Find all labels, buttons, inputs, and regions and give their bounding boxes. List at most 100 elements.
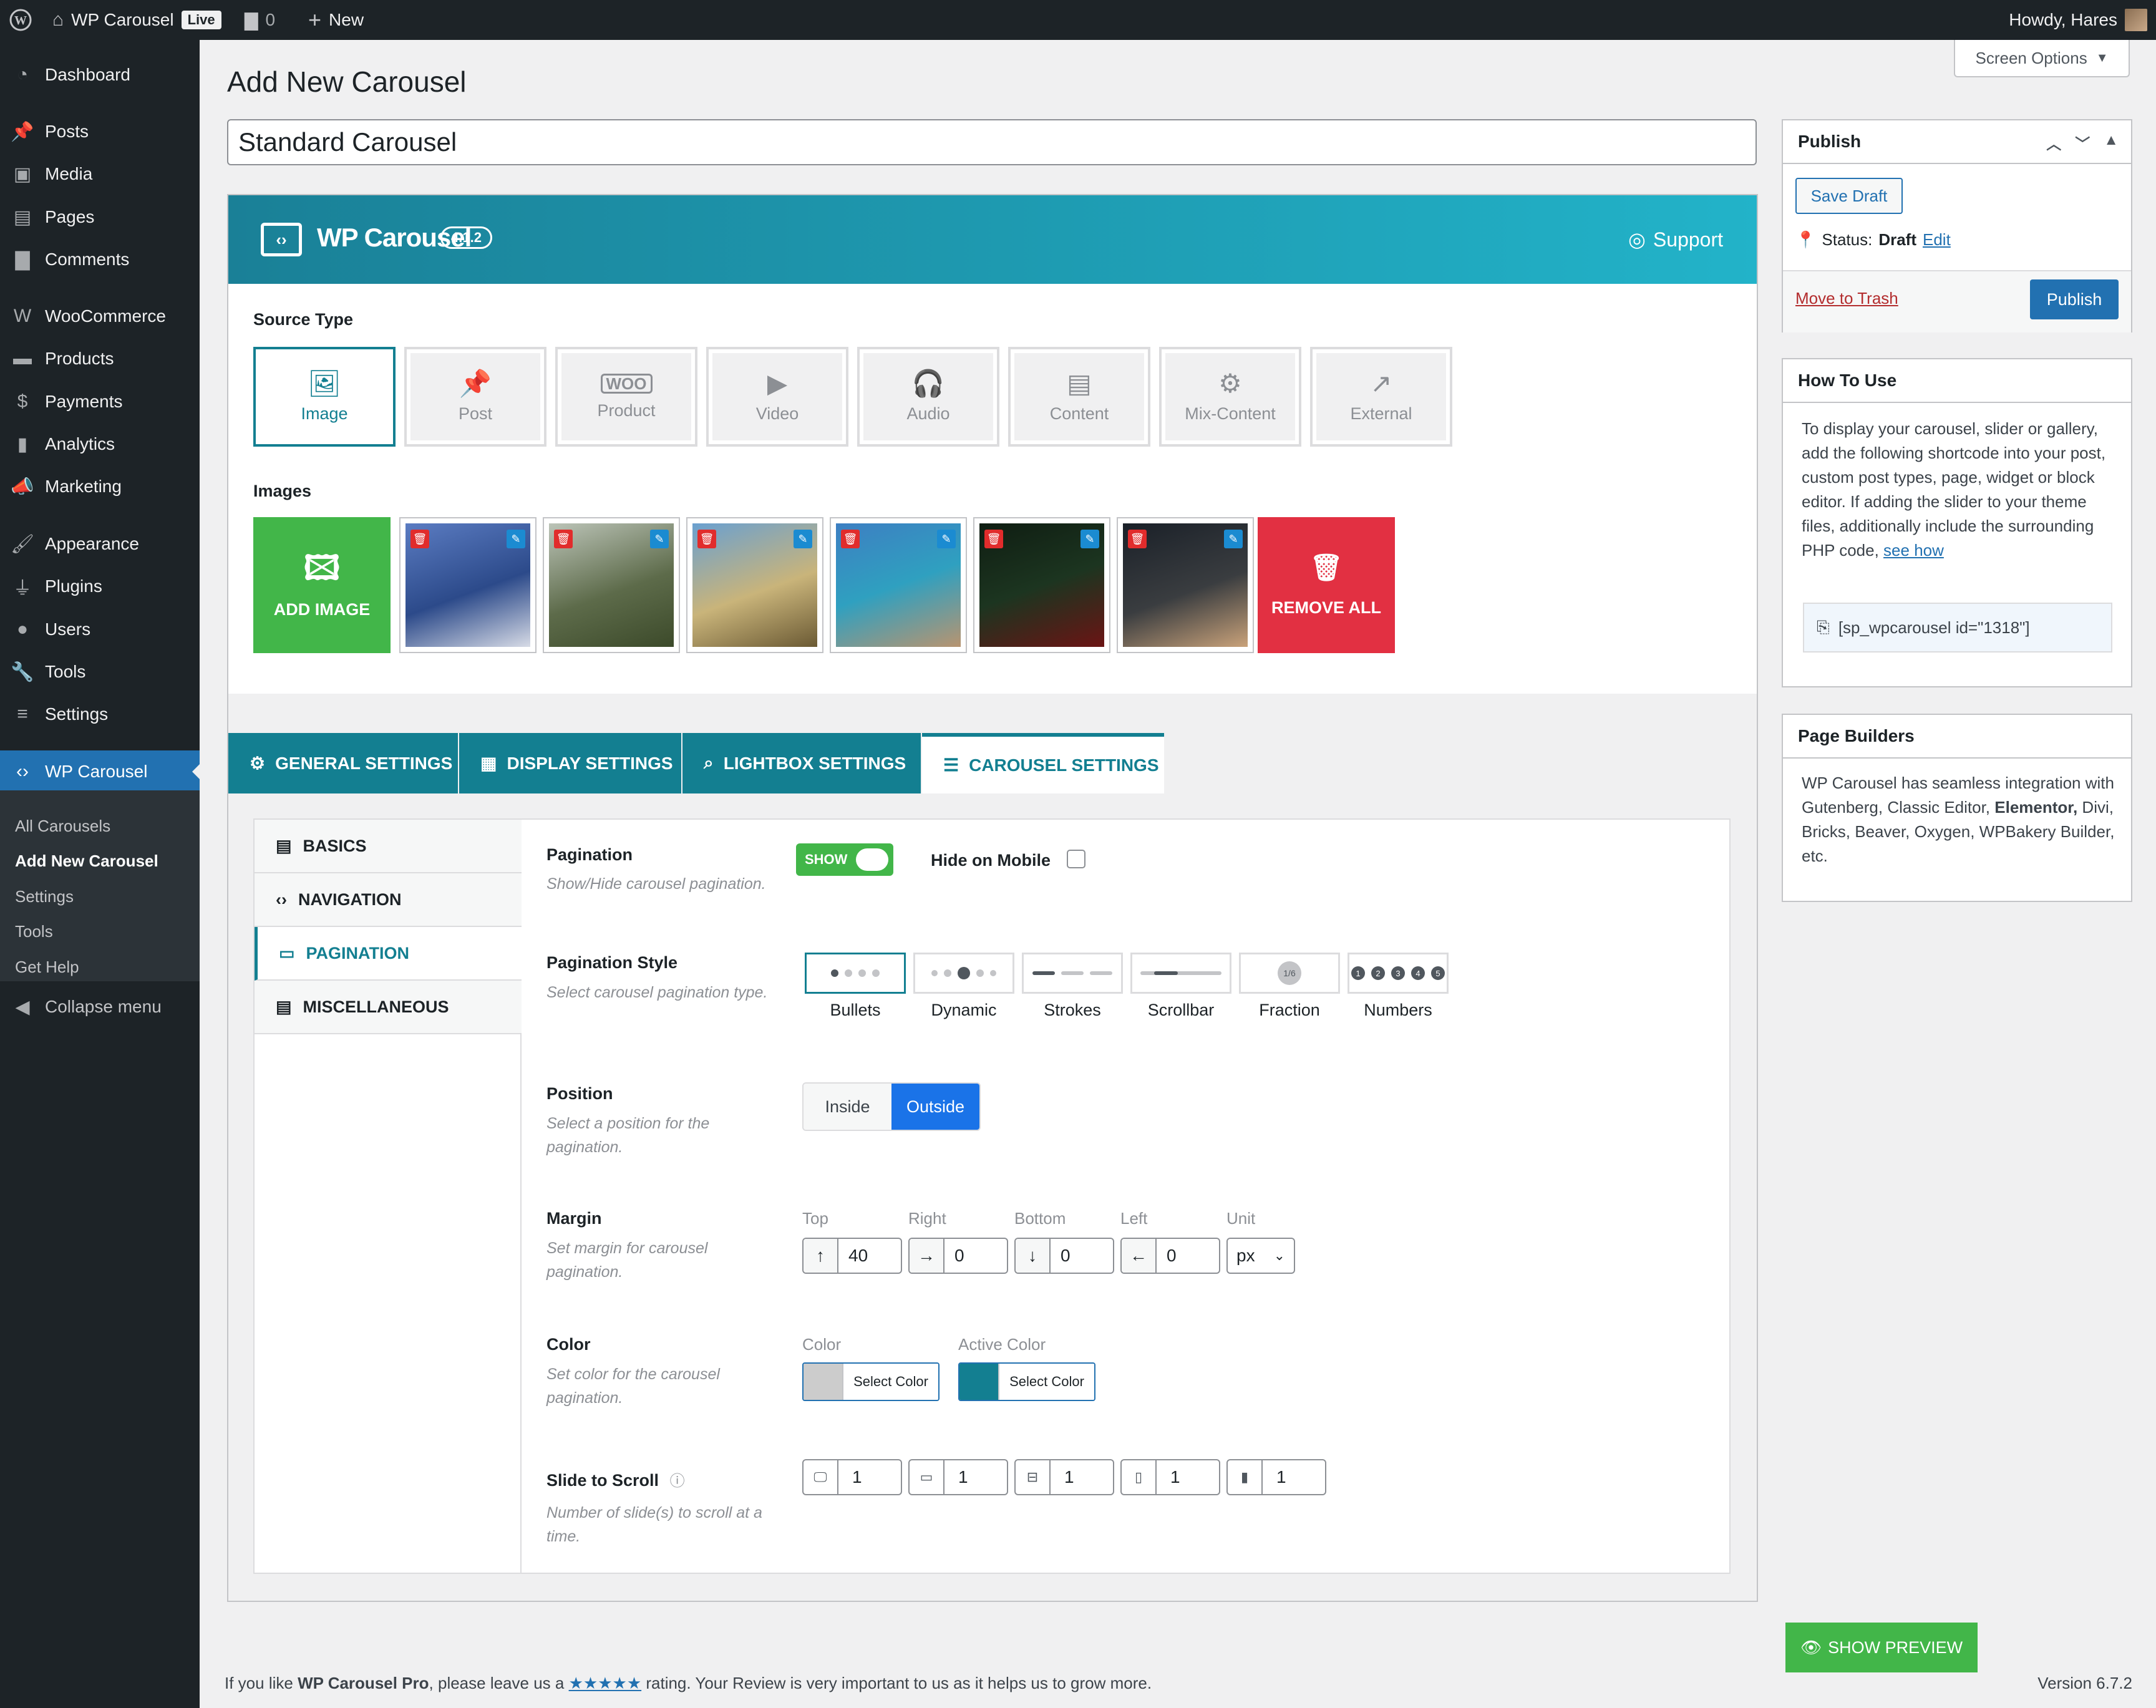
tab-lightbox-settings[interactable]: ⌕ LIGHTBOX SETTINGS (682, 733, 921, 793)
image-thumbnail[interactable]: 🗑 ✎ (830, 517, 967, 653)
edit-status-link[interactable]: Edit (1923, 230, 1951, 250)
trash-icon[interactable]: 🗑 (1128, 530, 1147, 548)
move-to-trash-link[interactable]: Move to Trash (1795, 289, 1898, 308)
rating-stars-link[interactable]: ★★★★★ (569, 1674, 642, 1692)
support-link[interactable]: ◎ Support (1628, 228, 1723, 251)
screen-options-button[interactable]: Screen Options ▼ (1954, 40, 2130, 77)
pagination-style-bullets[interactable] (805, 953, 906, 994)
info-icon[interactable]: ⓘ (670, 1473, 685, 1490)
trash-icon[interactable]: 🗑 (410, 530, 429, 548)
remove-all-button[interactable]: 🗑 REMOVE ALL (1258, 517, 1395, 653)
slide-to-scroll-input[interactable]: ▮ 1 (1226, 1459, 1326, 1495)
sidebar-item-dashboard[interactable]: ◔ Dashboard (0, 54, 200, 96)
image-thumbnail[interactable]: 🗑 ✎ (686, 517, 823, 653)
margin-right-input[interactable]: → 0 (908, 1238, 1008, 1274)
sidebar-item-payments[interactable]: $ Payments (0, 381, 200, 423)
margin-left-input[interactable]: ← 0 (1120, 1238, 1220, 1274)
source-type-video[interactable]: ▶ Video (706, 347, 848, 447)
slide-to-scroll-input[interactable]: ▯ 1 (1120, 1459, 1220, 1495)
chevron-up-icon[interactable]: ︿ (2046, 132, 2061, 153)
triangle-up-icon[interactable]: ▲ (2104, 132, 2119, 153)
submenu-get-help[interactable]: Get Help (15, 958, 79, 977)
tab-general-settings[interactable]: ⚙ GENERAL SETTINGS (228, 733, 458, 793)
pagination-style-dynamic[interactable] (913, 953, 1014, 994)
slide-to-scroll-input[interactable]: 🖵 1 (802, 1459, 902, 1495)
sidebar-item-wp-carousel[interactable]: ‹› WP Carousel (0, 750, 200, 793)
subnav-pagination[interactable]: ▭ PAGINATION (255, 927, 522, 981)
image-thumbnail[interactable]: 🗑 ✎ (973, 517, 1110, 653)
account-menu[interactable]: Howdy, Hares (2009, 0, 2147, 40)
sidebar-item-appearance[interactable]: 🖌 Appearance (0, 523, 200, 565)
pagination-toggle[interactable]: SHOW (796, 843, 893, 876)
pagination-style-numbers[interactable]: 12345 (1348, 953, 1449, 994)
comments-link[interactable]: ▇ 0 (245, 0, 275, 40)
carousel-title-input[interactable] (227, 119, 1757, 165)
source-type-product[interactable]: WOO Product (555, 347, 697, 447)
pagination-style-strokes[interactable] (1022, 953, 1123, 994)
margin-top-input[interactable]: ↑ 40 (802, 1238, 902, 1274)
publish-button[interactable]: Publish (2030, 279, 2119, 319)
sidebar-item-settings[interactable]: ≡ Settings (0, 693, 200, 735)
submenu-tools[interactable]: Tools (15, 922, 53, 941)
sidebar-item-plugins[interactable]: ⏚ Plugins (0, 565, 200, 608)
image-thumbnail[interactable]: 🗑 ✎ (399, 517, 537, 653)
new-content-link[interactable]: + New (308, 0, 364, 40)
submenu-settings[interactable]: Settings (15, 887, 74, 906)
margin-unit-select[interactable]: px ⌄ (1226, 1238, 1295, 1274)
sidebar-item-pages[interactable]: ▤ Pages (0, 196, 200, 238)
active-color-picker[interactable]: Select Color (958, 1362, 1095, 1401)
submenu-all-carousels[interactable]: All Carousels (15, 817, 110, 836)
pagination-style-fraction[interactable]: 1/6 (1239, 953, 1340, 994)
wordpress-logo-icon[interactable]: W (9, 0, 32, 40)
sidebar-item-users[interactable]: ● Users (0, 608, 200, 651)
pencil-icon[interactable]: ✎ (507, 530, 525, 548)
slide-to-scroll-input[interactable]: ⊟ 1 (1014, 1459, 1114, 1495)
site-name-link[interactable]: ⌂ WP Carousel Live (52, 0, 221, 40)
chevron-down-icon[interactable]: ﹀ (2075, 132, 2090, 153)
trash-icon[interactable]: 🗑 (697, 530, 716, 548)
subnav-basics[interactable]: ▤ BASICS (255, 820, 522, 873)
position-outside-button[interactable]: Outside (891, 1084, 979, 1130)
pencil-icon[interactable]: ✎ (794, 530, 812, 548)
trash-icon[interactable]: 🗑 (841, 530, 860, 548)
image-thumbnail[interactable]: 🗑 ✎ (1117, 517, 1254, 653)
pencil-icon[interactable]: ✎ (650, 530, 669, 548)
pencil-icon[interactable]: ✎ (1080, 530, 1099, 548)
sidebar-item-media[interactable]: ▣ Media (0, 153, 200, 195)
sidebar-item-marketing[interactable]: 📣 Marketing (0, 465, 200, 508)
pencil-icon[interactable]: ✎ (1224, 530, 1243, 548)
copy-icon[interactable]: ⎘ (1817, 618, 1830, 638)
show-preview-button[interactable]: 👁 SHOW PREVIEW (1785, 1623, 1978, 1672)
hide-on-mobile-checkbox[interactable] (1067, 850, 1085, 868)
collapse-menu-button[interactable]: ◀ Collapse menu (0, 986, 200, 1028)
add-image-button[interactable]: 🖾 ADD IMAGE (253, 517, 391, 653)
tab-display-settings[interactable]: ▦ DISPLAY SETTINGS (459, 733, 681, 793)
source-type-post[interactable]: 📌 Post (404, 347, 546, 447)
position-inside-button[interactable]: Inside (804, 1084, 891, 1130)
submenu-add-new-carousel[interactable]: Add New Carousel (15, 852, 158, 871)
sidebar-item-products[interactable]: ▬ Products (0, 337, 200, 380)
subnav-navigation[interactable]: ‹› NAVIGATION (255, 873, 522, 927)
trash-icon[interactable]: 🗑 (984, 530, 1003, 548)
see-how-link[interactable]: see how (1883, 541, 1944, 560)
sidebar-item-comments[interactable]: ▇ Comments (0, 238, 200, 281)
slide-to-scroll-input[interactable]: ▭ 1 (908, 1459, 1008, 1495)
source-type-audio[interactable]: 🎧 Audio (857, 347, 999, 447)
source-type-content[interactable]: ▤ Content (1008, 347, 1150, 447)
image-thumbnail[interactable]: 🗑 ✎ (543, 517, 680, 653)
sidebar-item-posts[interactable]: 📌 Posts (0, 110, 200, 153)
source-type-image[interactable]: 🖼 Image (253, 347, 396, 447)
tab-carousel-settings[interactable]: ☰ CAROUSEL SETTINGS (922, 733, 1164, 793)
shortcode-box[interactable]: ⎘ [sp_wpcarousel id="1318"] (1803, 603, 2112, 653)
margin-bottom-input[interactable]: ↓ 0 (1014, 1238, 1114, 1274)
source-type-external[interactable]: ↗ External (1310, 347, 1452, 447)
trash-icon[interactable]: 🗑 (554, 530, 573, 548)
pencil-icon[interactable]: ✎ (937, 530, 956, 548)
subnav-miscellaneous[interactable]: ▤ MISCELLANEOUS (255, 981, 522, 1034)
sidebar-item-woocommerce[interactable]: W WooCommerce (0, 295, 200, 337)
pagination-style-scrollbar[interactable] (1130, 953, 1231, 994)
sidebar-item-tools[interactable]: 🔧 Tools (0, 651, 200, 693)
source-type-mix-content[interactable]: ⚙ Mix-Content (1159, 347, 1301, 447)
sidebar-item-analytics[interactable]: ▮ Analytics (0, 423, 200, 465)
color-picker[interactable]: Select Color (802, 1362, 940, 1401)
